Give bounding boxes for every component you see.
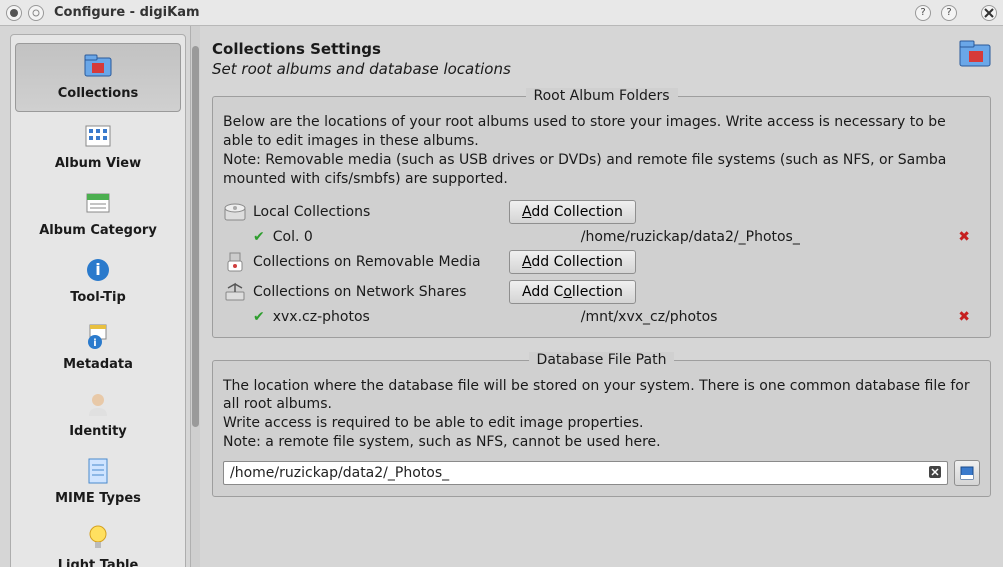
album-view-icon xyxy=(82,120,114,152)
context-help-button[interactable]: ? xyxy=(915,5,931,21)
window-pin-button[interactable] xyxy=(28,5,44,21)
sidebar-item-label: Light Table xyxy=(15,558,181,567)
hard-disk-icon xyxy=(223,200,247,224)
light-table-icon xyxy=(82,522,114,554)
sidebar-item-mime-types[interactable]: MIME Types xyxy=(11,449,185,516)
sidebar-item-label: Collections xyxy=(20,86,176,101)
root-albums-description: Below are the locations of your root alb… xyxy=(223,113,980,189)
network-share-icon xyxy=(223,280,247,304)
sidebar-item-label: Metadata xyxy=(15,357,181,372)
sidebar-item-label: MIME Types xyxy=(15,491,181,506)
network-collections-header: Collections on Network Shares Add Collec… xyxy=(223,277,980,307)
database-path-input[interactable]: /home/ruzickap/data2/_Photos_ xyxy=(223,461,948,485)
sidebar-scrollbar[interactable] xyxy=(190,26,200,567)
sidebar-item-identity[interactable]: Identity xyxy=(11,382,185,449)
sidebar-item-album-view[interactable]: Album View xyxy=(11,114,185,181)
local-collections-label: Local Collections xyxy=(253,204,503,220)
whats-this-button[interactable]: ? xyxy=(941,5,957,21)
status-ok-icon: ✔ xyxy=(253,229,265,245)
page-title: Collections Settings xyxy=(212,40,959,58)
sidebar-item-label: Album Category xyxy=(15,223,181,238)
clear-path-button[interactable] xyxy=(929,466,941,481)
remove-collection-button[interactable]: ✖ xyxy=(954,229,974,245)
svg-text:i: i xyxy=(95,260,100,279)
network-collection-entry[interactable]: ✔ xvx.cz-photos /mnt/xvx_cz/photos ✖ xyxy=(223,307,980,327)
window-titlebar: Configure - digiKam ? ? xyxy=(0,0,1003,26)
database-description: The location where the database file wil… xyxy=(223,377,980,453)
add-removable-collection-button[interactable]: Add Collection xyxy=(509,250,636,274)
status-ok-icon: ✔ xyxy=(253,309,265,325)
browse-path-button[interactable] xyxy=(954,460,980,486)
network-collections-label: Collections on Network Shares xyxy=(253,284,503,300)
page-subtitle: Set root albums and database locations xyxy=(212,60,959,78)
local-collections-header: Local Collections Add Collection xyxy=(223,197,980,227)
sidebar-item-collections[interactable]: Collections xyxy=(15,43,181,112)
add-network-collection-button[interactable]: Add Collection xyxy=(509,280,636,304)
removable-collections-header: Collections on Removable Media Add Colle… xyxy=(223,247,980,277)
root-album-folders-group: Root Album Folders Below are the locatio… xyxy=(212,96,991,338)
collection-path: /mnt/xvx_cz/photos xyxy=(581,309,947,325)
sidebar-item-label: Album View xyxy=(15,156,181,171)
remove-collection-button[interactable]: ✖ xyxy=(954,309,974,325)
sidebar-item-metadata[interactable]: i Metadata xyxy=(11,315,185,382)
local-collection-entry[interactable]: ✔ Col. 0 /home/ruzickap/data2/_Photos_ ✖ xyxy=(223,227,980,247)
settings-sidebar: Collections Album View Album Category i … xyxy=(0,26,190,567)
close-window-button[interactable] xyxy=(981,5,997,21)
group-title: Root Album Folders xyxy=(525,88,677,104)
sidebar-item-label: Identity xyxy=(15,424,181,439)
window-title: Configure - digiKam xyxy=(54,5,200,20)
svg-text:i: i xyxy=(93,338,96,349)
mime-types-icon xyxy=(82,455,114,487)
tool-tip-icon: i xyxy=(82,254,114,286)
database-file-path-group: Database File Path The location where th… xyxy=(212,360,991,498)
usb-icon xyxy=(223,250,247,274)
album-category-icon xyxy=(82,187,114,219)
metadata-icon: i xyxy=(82,321,114,353)
page-header-icon xyxy=(959,40,991,72)
identity-icon xyxy=(82,388,114,420)
sidebar-item-album-category[interactable]: Album Category xyxy=(11,181,185,248)
group-title: Database File Path xyxy=(529,352,675,368)
sidebar-item-label: Tool-Tip xyxy=(15,290,181,305)
collection-name: Col. 0 xyxy=(273,229,573,245)
app-menu-button[interactable] xyxy=(6,5,22,21)
add-local-collection-button[interactable]: Add Collection xyxy=(509,200,636,224)
sidebar-item-light-table[interactable]: Light Table xyxy=(11,516,185,567)
database-path-value: /home/ruzickap/data2/_Photos_ xyxy=(230,465,929,481)
collection-name: xvx.cz-photos xyxy=(273,309,573,325)
removable-collections-label: Collections on Removable Media xyxy=(253,254,503,270)
collections-icon xyxy=(82,50,114,82)
collection-path: /home/ruzickap/data2/_Photos_ xyxy=(581,229,947,245)
sidebar-item-tool-tip[interactable]: i Tool-Tip xyxy=(11,248,185,315)
